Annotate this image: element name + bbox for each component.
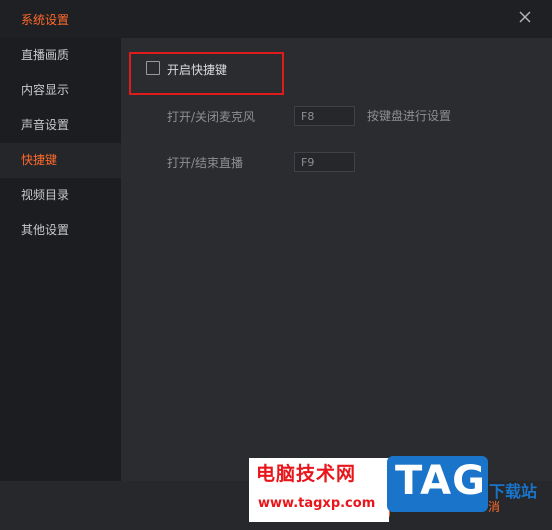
mic-toggle-label: 打开/关闭麦克风 <box>167 110 256 124</box>
close-icon[interactable] <box>518 10 532 24</box>
sidebar-item-video-directory[interactable]: 视频目录 <box>0 178 121 213</box>
watermark-tag-text: TAG <box>395 458 486 504</box>
enable-hotkeys-label[interactable]: 开启快捷键 <box>167 61 227 78</box>
live-toggle-hotkey-input[interactable] <box>294 152 355 172</box>
live-toggle-label: 打开/结束直播 <box>167 156 244 170</box>
watermark-side-text: 下载站 <box>489 482 538 501</box>
enable-hotkeys-checkbox[interactable] <box>146 61 160 75</box>
settings-content <box>121 38 552 481</box>
title-bar: 系统设置 <box>0 0 552 38</box>
hotkey-hint: 按键盘进行设置 <box>367 109 452 123</box>
sidebar-item-video-quality[interactable]: 直播画质 <box>0 38 121 73</box>
sidebar-item-sound-settings[interactable]: 声音设置 <box>0 108 121 143</box>
sidebar-item-hotkeys[interactable]: 快捷键 <box>0 143 121 178</box>
window-title: 系统设置 <box>21 13 70 27</box>
sidebar-item-content-display[interactable]: 内容显示 <box>0 73 121 108</box>
mic-toggle-hotkey-input[interactable] <box>294 106 355 126</box>
watermark-site-name: 电脑技术网 <box>256 463 357 485</box>
watermark-url: www.tagxp.com <box>258 496 376 511</box>
sidebar-item-other-settings[interactable]: 其他设置 <box>0 213 121 248</box>
